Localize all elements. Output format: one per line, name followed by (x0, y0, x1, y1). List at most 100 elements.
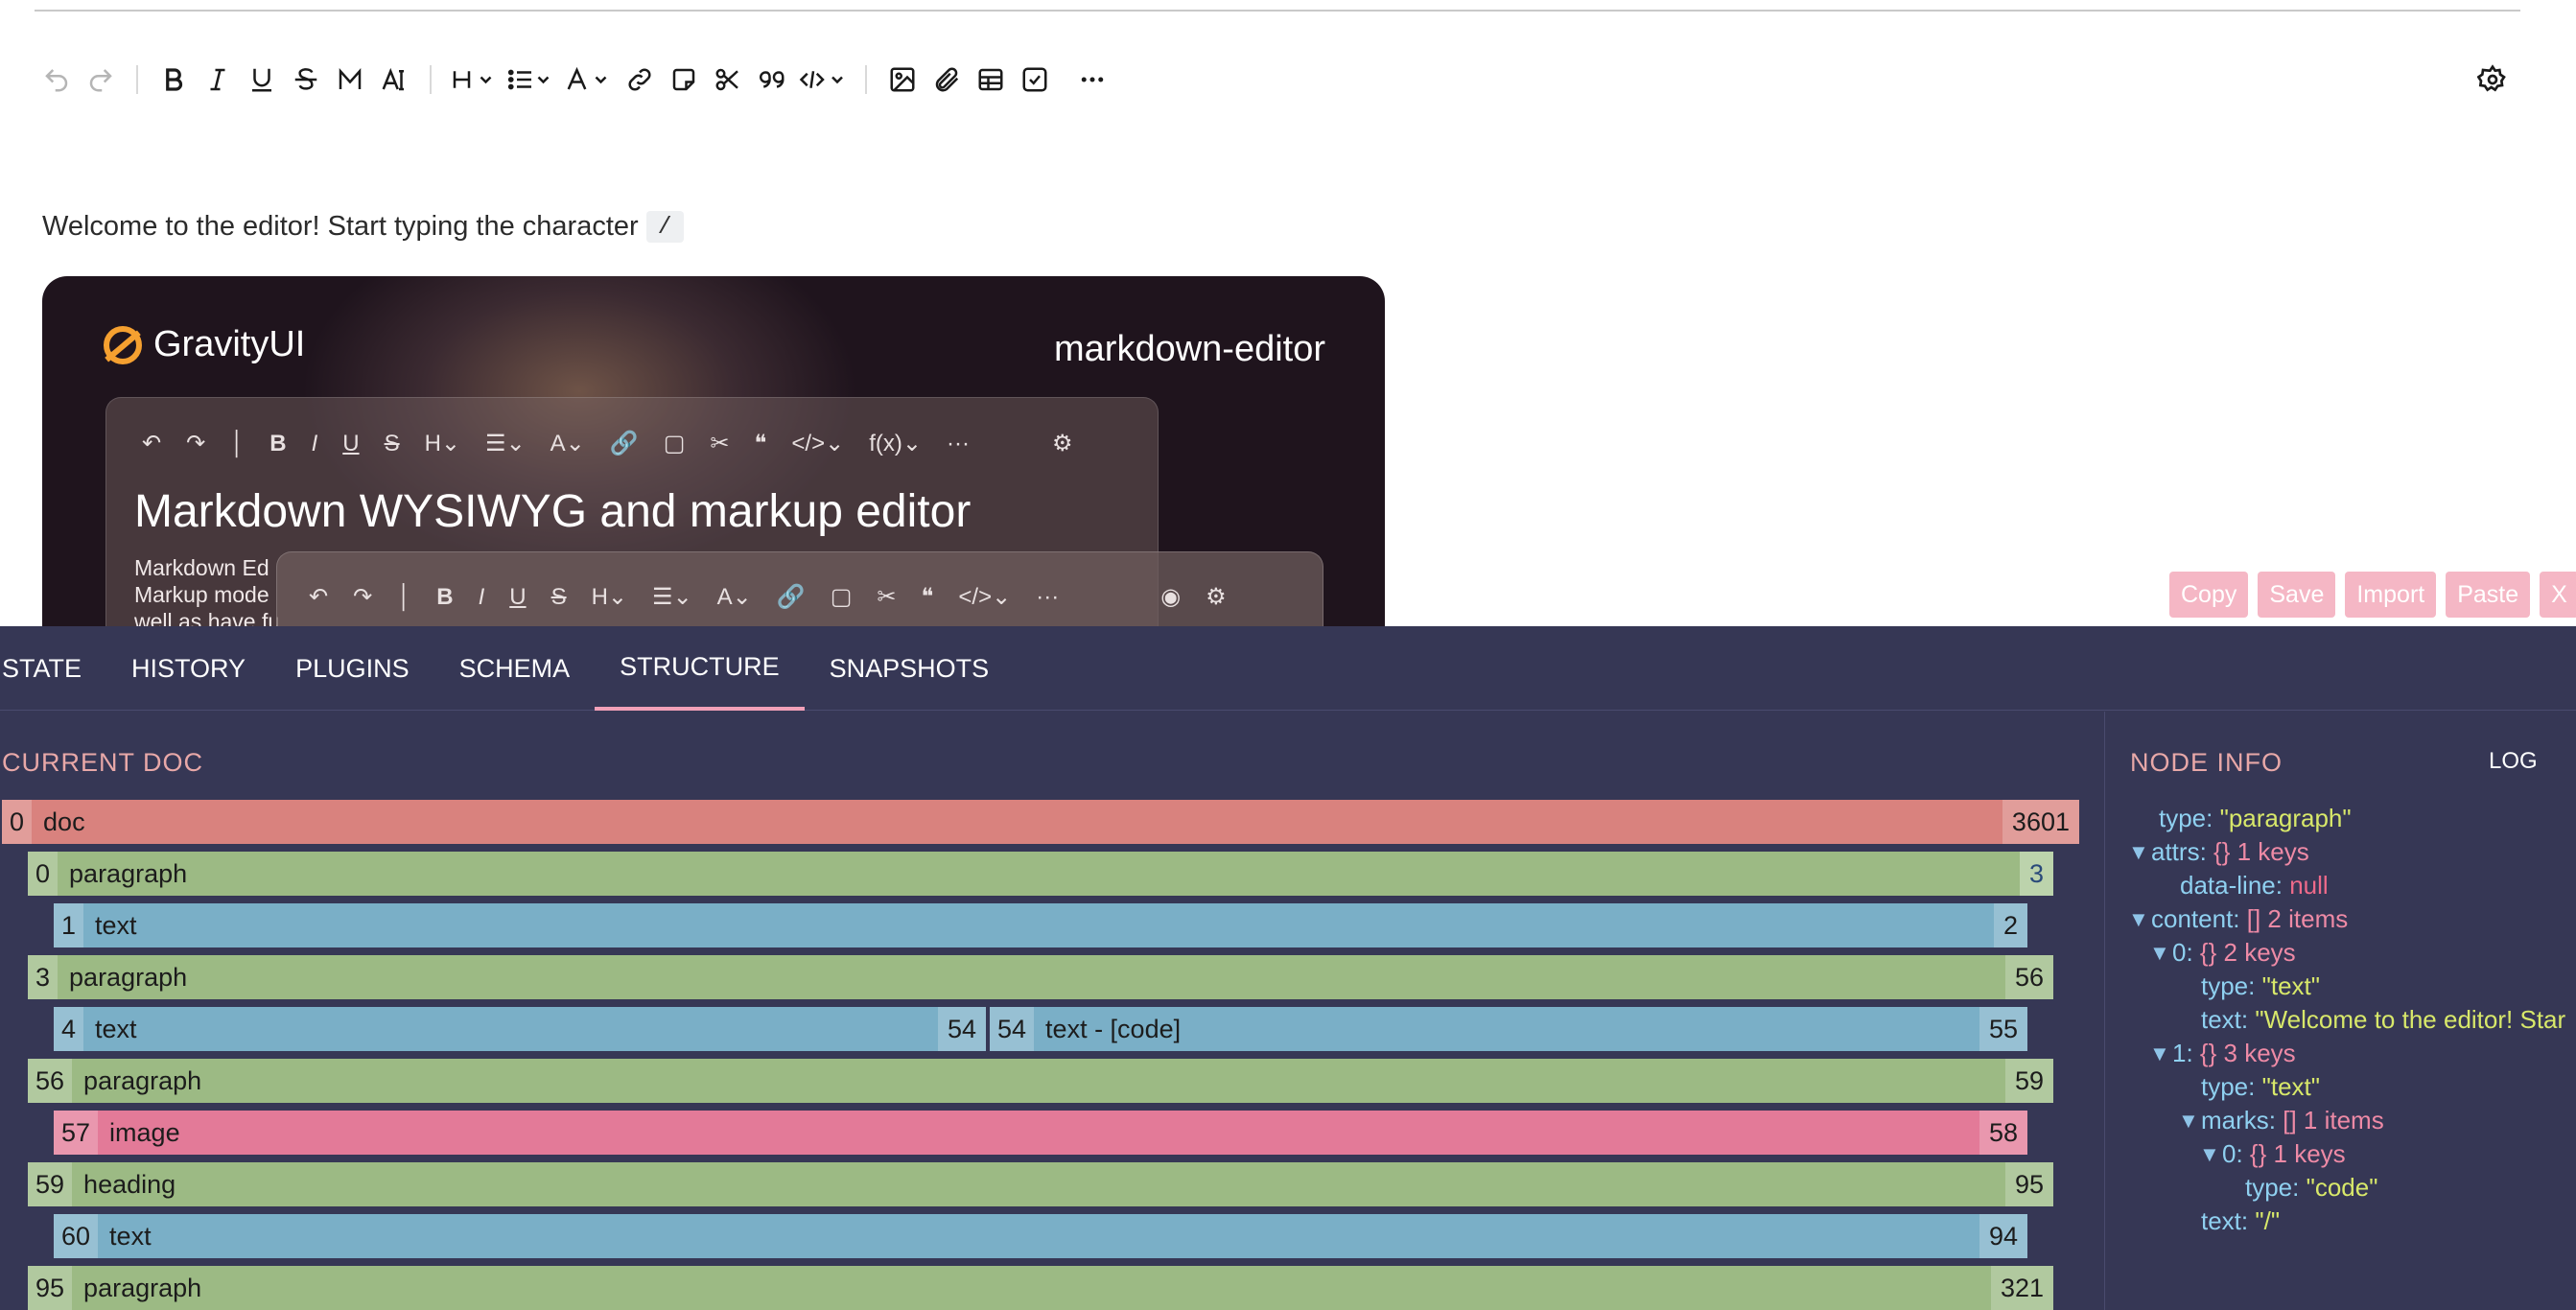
tree-value: "Welcome to the editor! Star (2255, 1005, 2566, 1034)
expand-arrow-icon[interactable]: ▼ (2199, 1137, 2222, 1171)
tree-meta: [] 2 items (2246, 904, 2349, 933)
save-button[interactable]: Save (2258, 572, 2336, 618)
tab-snapshots[interactable]: SNAPSHOTS (805, 626, 1015, 711)
checkbox-icon[interactable] (1013, 59, 1057, 100)
node-end: 54 (937, 1007, 986, 1051)
tab-history[interactable]: HISTORY (106, 626, 270, 711)
inline-code: / (645, 211, 684, 243)
log-button[interactable]: LOG (2489, 748, 2538, 775)
tree-key: 0: (2172, 938, 2193, 967)
heading-icon[interactable] (445, 59, 503, 100)
font-icon[interactable] (560, 59, 618, 100)
devtools-tabs: STATE HISTORY PLUGINS SCHEMA STRUCTURE S… (0, 626, 2576, 711)
node-row-image[interactable]: 57 image 58 (54, 1111, 2027, 1155)
node-row-doc[interactable]: 0 doc 3601 (2, 800, 2079, 844)
link-icon[interactable] (618, 59, 662, 100)
banner-text-line: Markdown Ed (134, 555, 269, 580)
import-button[interactable]: Import (2345, 572, 2437, 618)
bold-icon[interactable] (152, 59, 196, 100)
node-name: text (95, 910, 137, 940)
tab-schema[interactable]: SCHEMA (434, 626, 596, 711)
banner-text-line: well as have fu (134, 609, 278, 626)
image-icon[interactable] (880, 59, 925, 100)
tree-line: data-line: null (2105, 869, 2565, 902)
strikethrough-icon[interactable] (284, 59, 328, 100)
tree-line: text: "/" (2105, 1205, 2565, 1238)
tree-value: "text" (2261, 1072, 2320, 1101)
italic-icon[interactable] (196, 59, 240, 100)
tree-line[interactable]: ▼ 0: {} 2 keys (2105, 936, 2565, 970)
tree-line: type: "code" (2105, 1171, 2565, 1205)
gravity-ui-logo: GravityUI (104, 324, 305, 365)
quote-icon[interactable] (750, 59, 794, 100)
attachment-icon[interactable] (925, 59, 969, 100)
node-row-paragraph[interactable]: 3 paragraph 56 (28, 955, 2053, 999)
settings-icon[interactable] (2471, 59, 2515, 100)
cut-icon[interactable] (706, 59, 750, 100)
tab-structure[interactable]: STRUCTURE (595, 626, 805, 711)
list-icon[interactable] (503, 59, 560, 100)
tree-value: "paragraph" (2219, 804, 2352, 832)
node-start: 60 (54, 1214, 99, 1258)
tree-line[interactable]: ▼ 0: {} 1 keys (2105, 1137, 2565, 1171)
node-row-paragraph[interactable]: 95 paragraph 321 (28, 1266, 2053, 1310)
node-name: text - [code] (1045, 1014, 1182, 1043)
node-row-paragraph[interactable]: 0 paragraph 3 (28, 852, 2053, 896)
welcome-paragraph[interactable]: Welcome to the editor! Start typing the … (42, 211, 684, 243)
more-icon[interactable] (1070, 59, 1114, 100)
node-row-paragraph[interactable]: 56 paragraph 59 (28, 1059, 2053, 1103)
expand-arrow-icon[interactable]: ▼ (2128, 835, 2151, 869)
paste-button[interactable]: Paste (2446, 572, 2531, 618)
tree-value: "/" (2255, 1206, 2281, 1235)
banner-text-line: Markup mode (134, 582, 269, 607)
tree-line[interactable]: ▼ marks: [] 1 items (2105, 1104, 2565, 1137)
close-button[interactable]: X (2540, 572, 2576, 618)
node-start: 57 (54, 1111, 99, 1155)
code-icon[interactable] (794, 59, 852, 100)
text-color-icon[interactable] (372, 59, 416, 100)
tree-line[interactable]: ▼ content: [] 2 items (2105, 902, 2565, 936)
expand-arrow-icon[interactable]: ▼ (2149, 1037, 2172, 1070)
redo-icon[interactable] (79, 59, 123, 100)
tree-line: type: "text" (2105, 1070, 2565, 1104)
node-row-text[interactable]: 4 text 54 (54, 1007, 986, 1051)
tree-meta: [] 1 items (2283, 1106, 2384, 1135)
tree-value: "text" (2261, 971, 2320, 1000)
node-end: 59 (2004, 1059, 2053, 1103)
underline-icon[interactable] (240, 59, 284, 100)
tab-plugins[interactable]: PLUGINS (270, 626, 434, 711)
banner-image[interactable]: GravityUI markdown-editor ↶ ↷ │ B I U S H⌄ ☰⌄ A⌄ 🔗… (42, 276, 1385, 626)
toolbar-separator (136, 65, 138, 94)
node-row-text[interactable]: 60 text 94 (54, 1214, 2027, 1258)
tree-key: 0: (2222, 1139, 2243, 1168)
tree-line[interactable]: ▼ 1: {} 3 keys (2105, 1037, 2565, 1070)
node-row-text-code[interactable]: 54 text - [code] 55 (990, 1007, 2027, 1051)
tree-meta: {} 2 keys (2199, 938, 2296, 967)
expand-arrow-icon[interactable]: ▼ (2178, 1104, 2201, 1137)
note-icon[interactable] (662, 59, 706, 100)
node-start: 0 (2, 800, 33, 844)
node-name: text (95, 1014, 137, 1043)
toolbar-separator (430, 65, 432, 94)
tree-line[interactable]: ▼ attrs: {} 1 keys (2105, 835, 2565, 869)
tree-line: type: "text" (2105, 970, 2565, 1003)
expand-arrow-icon[interactable]: ▼ (2128, 902, 2151, 936)
node-start: 0 (28, 852, 59, 896)
banner-text: Markdown Ed Markup mode well as have fu (134, 554, 278, 626)
top-divider (35, 10, 2520, 12)
node-name: image (109, 1117, 180, 1147)
copy-button[interactable]: Copy (2169, 572, 2249, 618)
expand-arrow-icon[interactable]: ▼ (2149, 936, 2172, 970)
node-name: paragraph (83, 1273, 202, 1302)
undo-icon[interactable] (35, 59, 79, 100)
tab-state[interactable]: STATE (0, 626, 106, 711)
node-start: 3 (28, 955, 59, 999)
tree-key: content: (2151, 904, 2240, 933)
node-info-pane: NODE INFO LOG type: "paragraph" ▼ attrs: … (2104, 712, 2576, 1310)
node-row-text[interactable]: 1 text 2 (54, 903, 2027, 947)
table-icon[interactable] (969, 59, 1013, 100)
mark-icon[interactable] (328, 59, 372, 100)
node-row-heading[interactable]: 59 heading 95 (28, 1162, 2053, 1206)
node-start: 95 (28, 1266, 73, 1310)
tree-key: type: (2201, 971, 2256, 1000)
